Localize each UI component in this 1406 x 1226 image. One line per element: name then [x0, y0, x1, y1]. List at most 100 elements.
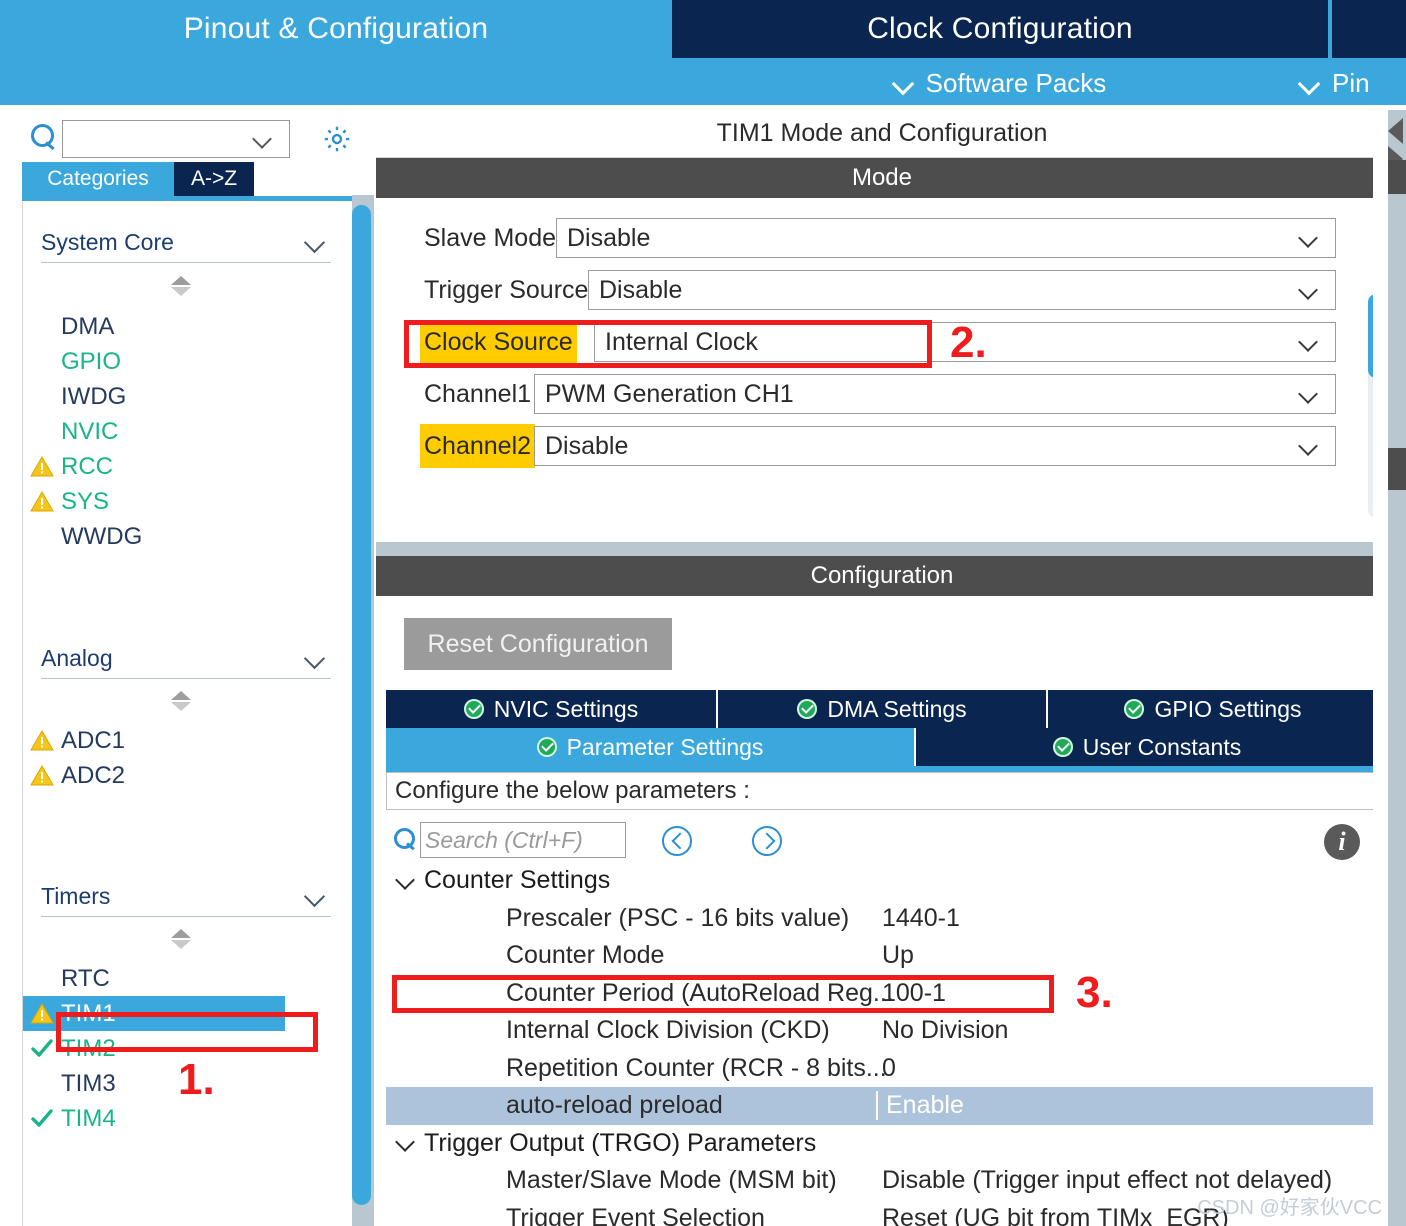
slave-mode-select[interactable]: Disable — [556, 218, 1336, 258]
tab-pinout-configuration[interactable]: Pinout & Configuration — [0, 0, 672, 58]
sidebar-item-tim4[interactable]: TIM4 — [23, 1101, 313, 1136]
search-icon — [30, 124, 56, 150]
tab-clock-configuration[interactable]: Clock Configuration — [672, 0, 1328, 58]
chevron-left-circle-icon[interactable] — [662, 826, 692, 856]
sidebar-item-nvic[interactable]: NVIC — [23, 414, 313, 449]
param-group-trigger-output[interactable]: Trigger Output (TRGO) Parameters — [386, 1125, 1378, 1163]
param-value: Enable — [876, 1091, 964, 1121]
tab-parameter-settings[interactable]: Parameter Settings — [386, 728, 916, 766]
param-row-counter-mode[interactable]: Counter Mode Up — [386, 937, 1378, 975]
chevron-right-circle-icon[interactable] — [752, 826, 782, 856]
timers-spinner[interactable] — [171, 929, 197, 951]
tree-group-system-core[interactable]: System Core — [41, 223, 331, 263]
warning-triangle-icon — [23, 765, 61, 786]
analog-spinner[interactable] — [171, 691, 197, 713]
tab-nvic-settings-label: NVIC Settings — [493, 695, 639, 722]
chevron-down-icon — [1301, 231, 1319, 249]
configure-note: Configure the below parameters : — [386, 772, 1378, 810]
sidebar-search-combo[interactable] — [62, 120, 290, 158]
tab-parameter-settings-label: Parameter Settings — [566, 733, 764, 760]
param-row-auto-reload-preload[interactable]: auto-reload preload Enable — [386, 1087, 1378, 1125]
top-tab-bar: Pinout & Configuration Clock Configurati… — [0, 0, 1406, 110]
tree-group-timers-label: Timers — [41, 883, 111, 909]
sidebar-item-label: TIM3 — [61, 1069, 116, 1097]
sidebar-item-rcc[interactable]: RCC — [23, 449, 313, 484]
collapse-left-arrow-icon[interactable] — [1388, 118, 1403, 144]
channel2-select[interactable]: Disable — [534, 426, 1336, 466]
param-row-counter-period[interactable]: Counter Period (AutoReload Reg... 100-1 — [386, 975, 1378, 1013]
trigger-source-select[interactable]: Disable — [588, 270, 1336, 310]
gear-icon[interactable] — [322, 124, 352, 154]
mode-section-header: Mode — [376, 158, 1388, 198]
reset-configuration-label: Reset Configuration — [427, 629, 649, 658]
tab-a-to-z[interactable]: A->Z — [174, 162, 254, 196]
sidebar-search-input[interactable] — [69, 127, 249, 153]
chevron-down-icon — [305, 648, 327, 670]
system-core-spinner[interactable] — [171, 276, 197, 298]
sidebar-item-label: SYS — [61, 487, 110, 515]
param-name: Prescaler (PSC - 16 bits value) — [506, 903, 850, 932]
green-check-badge-icon — [536, 737, 557, 757]
chevron-down-icon — [1301, 439, 1319, 457]
sidebar: Categories A->Z System Core DMA GPIO IWD… — [0, 110, 352, 1226]
tab-gpio-settings[interactable]: GPIO Settings — [1048, 690, 1378, 728]
sidebar-item-tim1[interactable]: TIM1 — [23, 996, 285, 1031]
sidebar-scrollbar-thumb[interactable] — [352, 205, 371, 1205]
channel1-label: Channel1 — [424, 379, 532, 408]
chevron-down-icon[interactable] — [394, 868, 420, 894]
tree-group-timers[interactable]: Timers — [41, 877, 331, 917]
tree-group-analog[interactable]: Analog — [41, 639, 331, 679]
param-row-repetition-counter[interactable]: Repetition Counter (RCR - 8 bits... 0 — [386, 1050, 1378, 1088]
mode-section-label: Mode — [851, 164, 913, 191]
green-check-badge-icon — [463, 699, 484, 719]
configuration-section-header: Configuration — [376, 556, 1388, 596]
chevron-down-icon[interactable] — [255, 132, 273, 150]
tab-categories[interactable]: Categories — [22, 162, 174, 196]
software-packs-menu[interactable]: Software Packs — [672, 58, 1328, 108]
param-value: 1440-1 — [882, 903, 960, 932]
sidebar-item-dma[interactable]: DMA — [23, 309, 313, 344]
param-row-prescaler[interactable]: Prescaler (PSC - 16 bits value) 1440-1 — [386, 900, 1378, 938]
software-packs-label: Software Packs — [925, 67, 1107, 98]
param-name: Trigger Event Selection — [506, 1203, 765, 1226]
sidebar-item-tim2[interactable]: TIM2 — [23, 1031, 313, 1066]
sidebar-item-gpio[interactable]: GPIO — [23, 344, 313, 379]
search-icon — [394, 828, 418, 852]
green-check-icon — [23, 1038, 61, 1059]
param-name: Master/Slave Mode (MSM bit) — [506, 1166, 837, 1195]
chevron-down-icon — [894, 73, 914, 93]
channel1-select[interactable]: PWM Generation CH1 — [534, 374, 1336, 414]
info-icon[interactable]: i — [1324, 824, 1360, 860]
warning-triangle-icon — [23, 491, 61, 512]
sidebar-item-adc2[interactable]: ADC2 — [23, 758, 313, 793]
sidebar-item-iwdg[interactable]: IWDG — [23, 379, 313, 414]
parameter-search-input[interactable] — [420, 822, 626, 858]
tab-dma-settings[interactable]: DMA Settings — [718, 690, 1048, 728]
configure-note-label: Configure the below parameters : — [395, 777, 750, 804]
sidebar-item-label: TIM1 — [61, 999, 116, 1027]
trigger-source-field: Trigger Source Disable — [376, 268, 1336, 312]
param-group-counter-settings[interactable]: Counter Settings — [386, 862, 1378, 900]
edge-header-stub-bottom — [1388, 448, 1406, 490]
sidebar-item-wwdg[interactable]: WWDG — [23, 519, 313, 554]
reset-configuration-button[interactable]: Reset Configuration — [404, 618, 672, 670]
sidebar-item-sys[interactable]: SYS — [23, 484, 313, 519]
tab-nvic-settings[interactable]: NVIC Settings — [386, 690, 718, 728]
tab-overflow-area[interactable] — [1332, 0, 1406, 58]
channel2-label: Channel2 — [420, 424, 536, 468]
param-row-internal-clock-division[interactable]: Internal Clock Division (CKD) No Divisio… — [386, 1012, 1378, 1050]
pinout-menu-label: Pin — [1332, 67, 1370, 98]
sidebar-item-rtc[interactable]: RTC — [23, 961, 313, 996]
tab-dma-settings-label: DMA Settings — [827, 695, 967, 722]
sidebar-item-label: NVIC — [61, 417, 119, 445]
pinout-menu[interactable]: Pin — [1300, 58, 1370, 108]
tab-user-constants[interactable]: User Constants — [916, 728, 1378, 766]
chevron-down-icon[interactable] — [394, 1130, 420, 1156]
sidebar-search-row — [0, 114, 352, 160]
mode-section-body: Slave Mode Disable Trigger Source Disabl… — [376, 198, 1388, 542]
tab-pinout-label: Pinout & Configuration — [183, 12, 489, 45]
green-check-badge-icon — [1124, 699, 1145, 719]
sidebar-item-tim3[interactable]: TIM3 — [23, 1066, 313, 1101]
tab-user-constants-label: User Constants — [1082, 733, 1242, 760]
sidebar-item-adc1[interactable]: ADC1 — [23, 723, 313, 758]
